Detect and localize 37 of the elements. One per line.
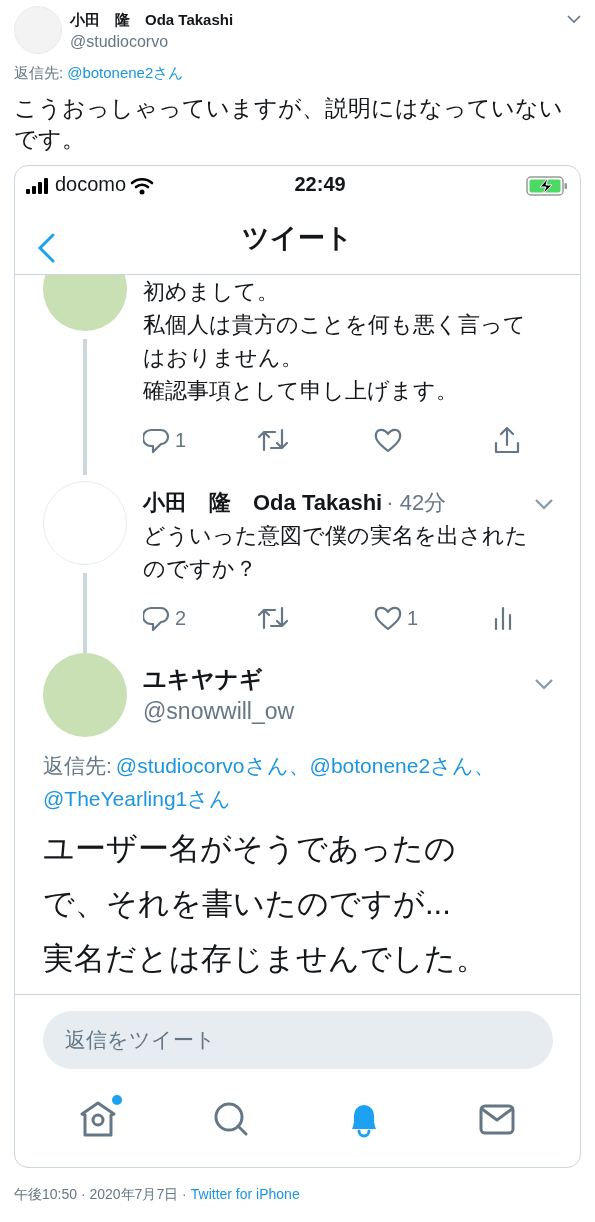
avatar-placeholder bbox=[14, 6, 62, 54]
clock-time: 22:49 bbox=[294, 172, 346, 198]
carrier-name: docomo bbox=[55, 172, 127, 198]
timestamp: 午後10:50 · 2020年7月7日 · bbox=[14, 1185, 187, 1202]
signal-icon bbox=[25, 177, 51, 194]
user-name: ユキヤナギ bbox=[143, 664, 264, 694]
author-handle: @studiocorvo bbox=[70, 32, 170, 52]
reply-count: 2 bbox=[175, 605, 187, 631]
mention-link[interactable]: @botonene2さん、 bbox=[309, 753, 496, 777]
user-name: 小田 隆 Oda Takashi bbox=[143, 488, 383, 517]
author-name: 小田 隆 Oda Takashi bbox=[70, 10, 235, 30]
reply-text: 確認事項として申し上げます。 bbox=[143, 376, 459, 405]
reply-label: 返信先: bbox=[43, 753, 112, 777]
reply-text: ユーザー名がそうであったので、それを書いたのですが... bbox=[43, 829, 457, 923]
back-chevron-icon[interactable] bbox=[37, 233, 55, 264]
reply-text: 初めまして。 bbox=[143, 277, 280, 306]
reply-text: 私個人は貴方のことを何も悪く言ってはおりません。 bbox=[143, 310, 527, 372]
chevron-down-icon[interactable] bbox=[534, 677, 554, 690]
post-time: · 42分 bbox=[386, 488, 448, 517]
share-icon[interactable] bbox=[493, 424, 521, 455]
reply-count: 1 bbox=[175, 427, 187, 453]
chevron-down-icon[interactable] bbox=[534, 498, 554, 511]
mention-link[interactable]: @studiocorvoさん、 bbox=[115, 753, 310, 777]
source-link[interactable]: Twitter for iPhone bbox=[190, 1185, 300, 1202]
wifi-icon bbox=[130, 176, 155, 195]
user-handle: @snowwill_ow bbox=[143, 696, 296, 726]
bar-chart-icon[interactable] bbox=[493, 604, 513, 631]
screen-title: ツイート bbox=[242, 221, 353, 255]
mention-link[interactable]: @botonene2さん bbox=[67, 64, 184, 81]
tweet-text: こうおっしゃっていますが、説明にはなっていないです。 bbox=[14, 93, 564, 154]
mention-link[interactable]: @TheYearling1さん bbox=[43, 786, 232, 810]
chevron-down-icon[interactable] bbox=[567, 13, 581, 24]
reply-text: どういった意図で僕の実名を出されたのですか？ bbox=[143, 521, 529, 583]
reply-input-field[interactable]: 返信をツイート bbox=[43, 1010, 553, 1069]
reply-label: 返信先: bbox=[14, 64, 64, 81]
like-count: 1 bbox=[407, 605, 419, 631]
reply-text: 実名だとは存じませんでした。 bbox=[43, 939, 488, 978]
